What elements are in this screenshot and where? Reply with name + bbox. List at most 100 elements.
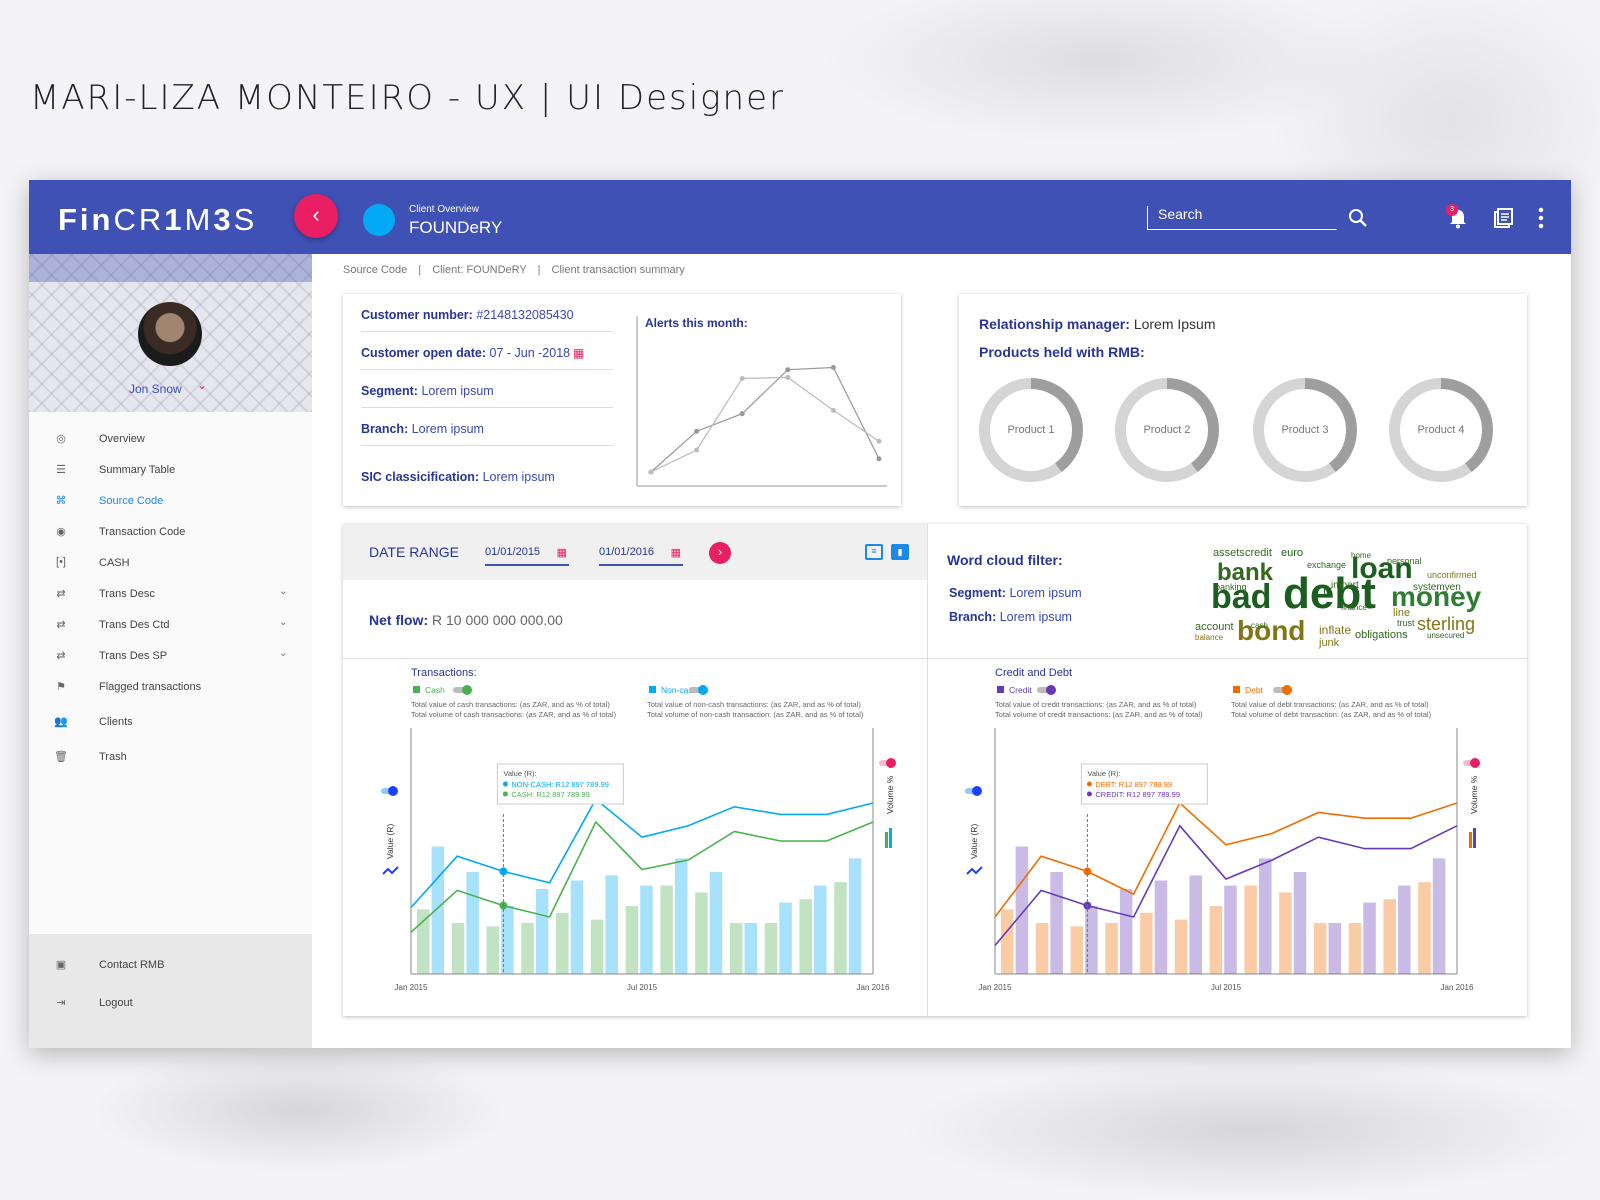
bar	[695, 892, 708, 974]
breadcrumb-item[interactable]: Client transaction summary	[552, 264, 685, 276]
relationship-card: Relationship manager: Lorem Ipsum Produc…	[959, 294, 1527, 506]
sidebar-item-overview[interactable]: ◎ Overview	[29, 426, 312, 454]
trend-icon	[382, 866, 399, 875]
breadcrumb-item[interactable]: Client: FOUNDeRY	[432, 264, 526, 276]
sidebar-item-transaction-code[interactable]: ◉ Transaction Code	[29, 519, 312, 547]
alert-point	[739, 376, 745, 381]
product-donut[interactable]: Product 1	[979, 378, 1083, 482]
customer-open-date-field: Customer open date: 07 - Jun -2018 ▦	[361, 332, 613, 370]
client-avatar	[363, 204, 395, 236]
word-cloud-word: fx	[1323, 583, 1332, 597]
legend-swatch	[997, 686, 1004, 693]
product-donut[interactable]: Product 2	[1115, 378, 1219, 482]
net-flow-label: Net flow:	[369, 612, 429, 628]
breadcrumb-item[interactable]: Source Code	[343, 264, 407, 276]
date-to-input[interactable]: 01/01/2016 ▦	[599, 546, 683, 566]
bar	[1348, 923, 1362, 974]
sidebar-item-summary-table[interactable]: ☰ Summary Table	[29, 457, 312, 485]
sidebar-item-label: Flagged transactions	[99, 681, 202, 693]
more-vert-icon[interactable]	[1537, 206, 1545, 230]
sidebar-item-trans-desc[interactable]: ⇄ Trans Desc ⌄	[29, 581, 312, 609]
sidebar-footer: ▣ Contact RMB ⇥ Logout	[29, 934, 312, 1048]
bar	[834, 882, 847, 974]
alert-point	[830, 365, 836, 370]
user-name[interactable]: Jon Snow	[129, 382, 182, 396]
chevron-down-icon[interactable]: ⌄	[197, 378, 207, 392]
sidebar-item-label: Transaction Code	[99, 526, 186, 538]
search-icon[interactable]	[1348, 208, 1368, 228]
avatar	[138, 302, 202, 366]
word-cloud[interactable]: bad debtbank loanmoneybond sterlingassets cr…	[1191, 538, 1501, 650]
word-cloud-word: euro	[1281, 547, 1303, 559]
alert-point	[785, 374, 791, 380]
library-icon[interactable]	[1492, 207, 1514, 229]
sidebar-item-trans-des-sp[interactable]: ⇄ Trans Des SP ⌄	[29, 643, 312, 671]
alert-point	[876, 456, 882, 462]
sidebar-item-cash[interactable]: [•] CASH	[29, 550, 312, 578]
chevron-down-icon[interactable]: ⌄	[279, 648, 287, 659]
bar	[535, 889, 549, 974]
axis-toggle-knob	[1470, 758, 1480, 768]
chevron-left-icon: ‹	[312, 202, 320, 227]
chevron-down-icon[interactable]: ⌄	[279, 586, 287, 597]
trend-icon	[966, 866, 983, 875]
fingerprint-icon: ◉	[56, 526, 66, 538]
legend-desc: Total volume of cash transactions: (as Z…	[411, 710, 617, 719]
search-input[interactable]: Search	[1147, 206, 1337, 230]
sidebar-item-contact-rmb[interactable]: ▣ Contact RMB	[29, 952, 312, 980]
contact-card-icon: ▣	[55, 959, 67, 971]
x-tick-label: Jul 2015	[627, 983, 658, 992]
date-from-input[interactable]: 01/01/2015 ▦	[485, 546, 569, 566]
word-cloud-word: account	[1195, 621, 1234, 633]
bar	[556, 912, 569, 974]
bar	[1418, 882, 1431, 974]
product-donut[interactable]: Product 4	[1389, 378, 1493, 482]
calendar-icon[interactable]: ▦	[573, 346, 584, 360]
bar	[1119, 889, 1133, 974]
word-cloud-word: unconfirmed	[1427, 570, 1477, 580]
calendar-icon: ▦	[670, 547, 681, 559]
alert-point	[830, 407, 836, 413]
sidebar-item-flagged-transactions[interactable]: ⚑ Flagged transactions	[29, 674, 312, 702]
tooltip-dot	[502, 781, 508, 787]
word-cloud-word: balance	[1195, 633, 1224, 642]
sidebar-item-logout[interactable]: ⇥ Logout	[29, 990, 312, 1018]
chevron-down-icon[interactable]: ⌄	[279, 617, 287, 628]
cash-icon: [•]	[56, 556, 66, 568]
sidebar-item-label: Trans Desc	[99, 588, 155, 600]
sic-field: SIC classicification: Lorem ipsum	[361, 470, 555, 484]
y-axis-label: Value (R)	[969, 824, 979, 859]
bar	[1313, 923, 1327, 974]
chart-view-icon[interactable]: ▮	[891, 544, 909, 560]
sidebar-item-trans-des-ctd[interactable]: ⇄ Trans Des Ctd ⌄	[29, 612, 312, 640]
date-apply-button[interactable]: ›	[709, 542, 731, 564]
relationship-manager: Lorem Ipsum	[1133, 316, 1216, 332]
sidebar-item-source-code[interactable]: ⌘ Source Code	[29, 488, 312, 516]
product-donut[interactable]: Product 3	[1253, 378, 1357, 482]
tooltip-title: Value (R):	[1087, 769, 1120, 778]
bar	[674, 858, 688, 974]
vertical-divider	[927, 524, 928, 1016]
list-view-icon[interactable]: ≡	[865, 544, 883, 560]
legend-label: Cash	[425, 685, 445, 695]
collapse-sidebar-button[interactable]: ‹	[294, 194, 338, 238]
sidebar-item-trash[interactable]: 🗑 Trash	[29, 744, 312, 772]
word-cloud-word: inflate	[1319, 623, 1351, 637]
bar	[1035, 923, 1049, 974]
logout-icon: ⇥	[56, 997, 66, 1009]
bar	[1154, 880, 1168, 974]
bar	[1070, 926, 1084, 974]
bar	[605, 875, 618, 974]
word-cloud-word: trust	[1397, 618, 1415, 628]
y-axis-label: Value (R)	[385, 824, 395, 859]
sidebar-item-label: Clients	[99, 716, 133, 728]
bar	[1001, 909, 1014, 974]
legend-desc: Total volume of debt transaction: (as ZA…	[1231, 710, 1432, 719]
word-cloud-word: import	[1331, 580, 1359, 591]
bar	[764, 923, 778, 974]
profile-panel: Jon Snow ⌄	[29, 254, 312, 412]
bar	[799, 899, 812, 974]
sidebar-item-clients[interactable]: 👥 Clients	[29, 709, 312, 737]
bar	[431, 846, 445, 974]
sidebar-item-label: Trans Des Ctd	[99, 619, 170, 631]
